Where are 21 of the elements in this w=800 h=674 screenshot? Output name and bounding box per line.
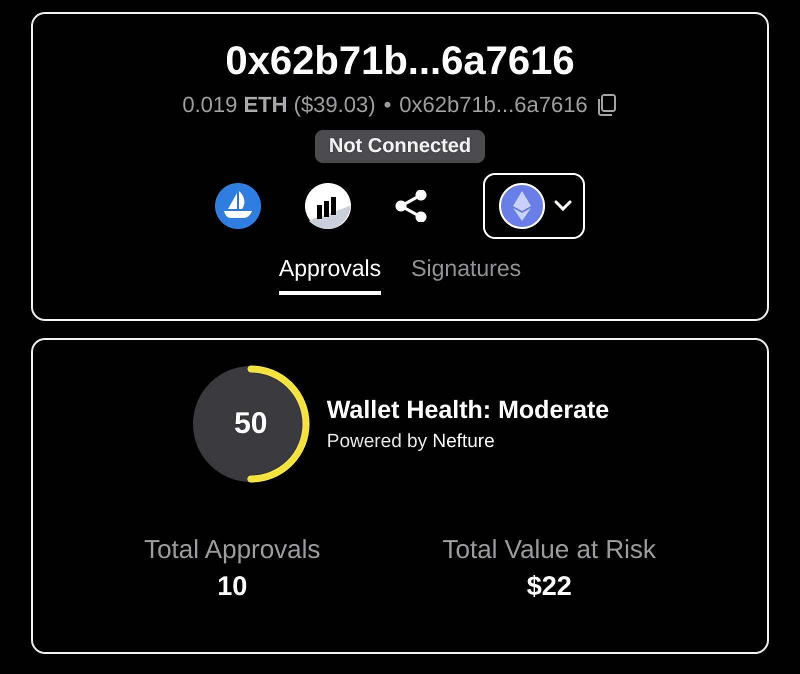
account-title: 0x62b71b...6a7616 [225, 38, 575, 84]
network-selector[interactable] [483, 173, 585, 239]
share-icon[interactable] [395, 190, 427, 222]
stat-label: Total Approvals [144, 534, 320, 565]
stat-value: 10 [217, 571, 248, 602]
tab[interactable]: Approvals [278, 249, 382, 295]
tab[interactable]: Signatures [411, 249, 522, 295]
health-score: 50 [234, 407, 268, 441]
stat-label: Total Value at Risk [442, 534, 656, 565]
chevron-down-icon [553, 200, 573, 212]
copy-icon[interactable] [596, 93, 618, 117]
status-badge: Not Connected [314, 130, 486, 163]
balance-text: 0.019 ETH ($39.03) [182, 92, 376, 118]
powered-by-text: Powered by Nefture [326, 430, 496, 452]
separator-dot: • [384, 92, 392, 118]
health-title: Wallet Health: Moderate [326, 396, 610, 424]
sailboat-icon[interactable] [215, 183, 261, 229]
address-text: 0x62b71b...6a7616 [399, 92, 588, 118]
bar-chart-icon[interactable] [305, 183, 351, 229]
stat-value: $22 [526, 571, 572, 602]
ethereum-icon [499, 183, 545, 229]
